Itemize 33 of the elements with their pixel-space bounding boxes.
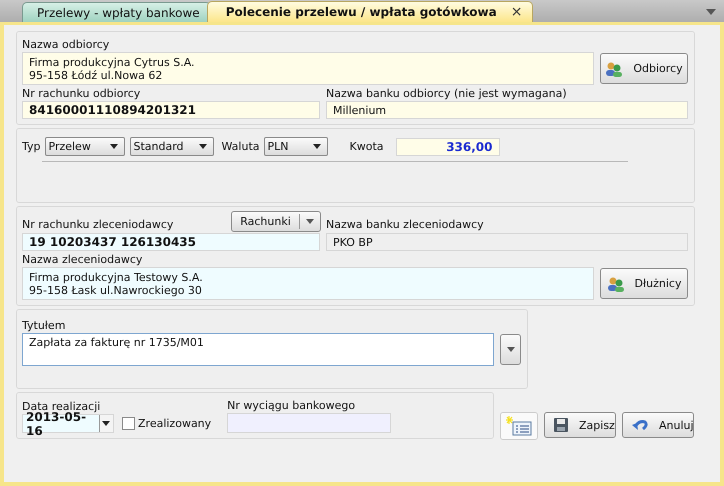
tab[interactable]: Polecenie przelewu / wpłata gotówkowa ×: [206, 1, 534, 22]
field-label: Data realizacji: [22, 400, 102, 413]
currency-dropdown[interactable]: PLN: [264, 137, 328, 156]
payer-name-field[interactable]: Firma produkcyjna Testowy S.A. 95-158 Łask ul.Nawrockiego 30: [22, 267, 594, 300]
date-picker[interactable]: 2013-05-16: [22, 414, 114, 433]
field-label: Tytułem: [22, 319, 66, 332]
mode-dropdown[interactable]: Standard: [130, 137, 214, 156]
currency-label: Waluta: [222, 140, 260, 153]
field-label: Nazwa banku zleceniodawcy: [326, 218, 485, 231]
payer-bank-field: PKO BP: [326, 233, 688, 251]
recipients-button[interactable]: Odbiorcy: [600, 53, 688, 84]
recipient-bank-field[interactable]: Millenium: [326, 101, 688, 119]
field-label: Nr rachunku zleceniodawcy: [22, 218, 174, 231]
type-label: Typ: [22, 140, 40, 153]
amount-field[interactable]: 336,00: [396, 138, 500, 156]
tab[interactable]: Przelewy - wpłaty bankowe: [22, 2, 211, 22]
accounts-button[interactable]: Rachunki: [231, 211, 321, 232]
cancel-button[interactable]: Anuluj: [622, 412, 694, 438]
field-label: Nr wyciągu bankowego: [227, 399, 356, 412]
checkbox-label: Zrealizowany: [138, 417, 212, 430]
type-dropdown[interactable]: Przelew: [44, 137, 124, 156]
field-label: Nr rachunku odbiorcy: [22, 87, 142, 100]
recipient-name-field[interactable]: Firma produkcyjna Cytrus S.A. 95-158 Łódź ul.Nowa 62: [22, 52, 594, 85]
debtors-button[interactable]: Dłużnicy: [600, 268, 688, 299]
field-label: Nazwa banku odbiorcy (nie jest wymagana): [326, 87, 568, 100]
close-icon[interactable]: ×: [510, 4, 522, 20]
title-field[interactable]: Zapłata za fakturę nr 1735/M01: [22, 333, 494, 366]
field-label: Nazwa odbiorcy: [22, 38, 110, 51]
save-button[interactable]: Zapisz: [544, 412, 616, 438]
payer-account-field[interactable]: 19 10203437 126130435: [22, 233, 320, 251]
recipient-account-field[interactable]: 84160001110894201321: [22, 101, 320, 119]
field-label: Nazwa zleceniodawcy: [22, 253, 144, 266]
amount-label: Kwota: [350, 140, 384, 153]
